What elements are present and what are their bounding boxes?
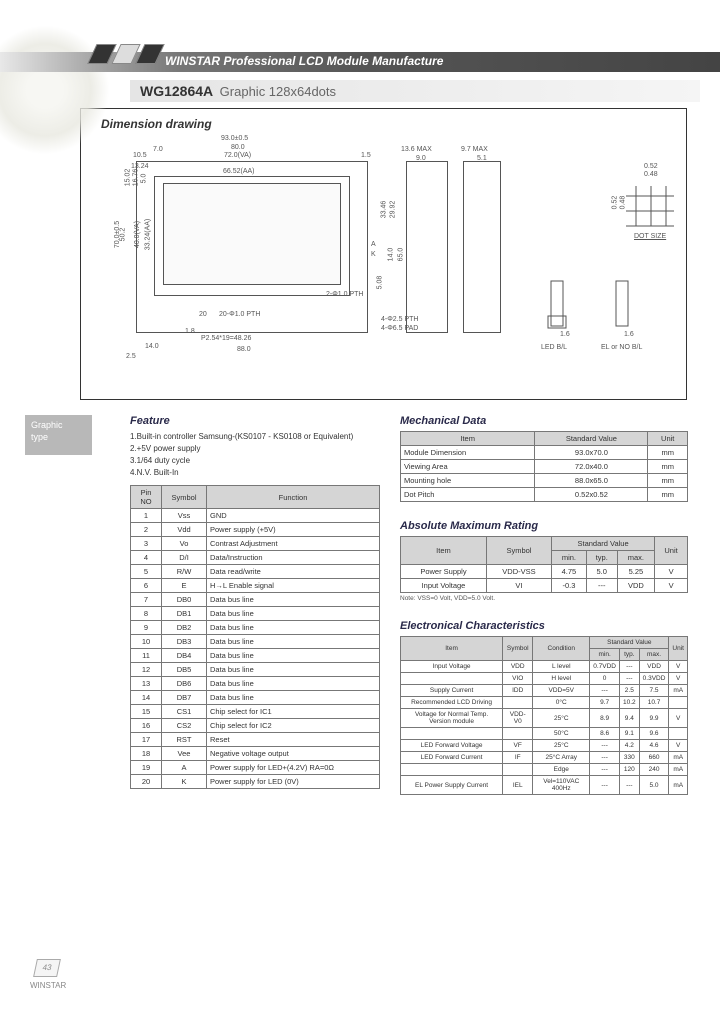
model-desc: Graphic 128x64dots: [220, 84, 336, 99]
sidebar-category-tag: Graphictype: [25, 415, 92, 455]
feature-heading: Feature: [130, 415, 380, 427]
backlight-views: 1.6 1.6 LED B/L EL or NO B/L: [546, 276, 601, 331]
mechanical-table: ItemStandard ValueUnit Module Dimension9…: [400, 431, 688, 502]
dimension-drawing-box: Dimension drawing 93.0±0.5 80.0 72.0(VA)…: [80, 108, 687, 400]
absolute-max-table: ItemSymbolStandard ValueUnit min.typ.max…: [400, 536, 688, 593]
drawing-area: 93.0±0.5 80.0 72.0(VA) 66.52(AA) 1.5 10.…: [81, 131, 686, 386]
electrical-table: ItemSymbolConditionStandard ValueUnit mi…: [400, 636, 688, 795]
title-bar: WG12864A Graphic 128x64dots: [130, 80, 700, 102]
dot-size-diagram: 0.52 0.48 0.52 0.48 DOT SIZE: [626, 171, 676, 221]
header-text: WINSTAR Professional LCD Module Manufact…: [165, 54, 443, 68]
page-number: 43: [33, 959, 61, 977]
abs-heading: Absolute Maximum Rating: [400, 520, 688, 532]
abs-note: Note: VSS=0 Volt, VDD=5.0 Volt.: [400, 595, 688, 602]
drawing-heading: Dimension drawing: [81, 109, 686, 131]
mech-heading: Mechanical Data: [400, 415, 688, 427]
feature-list: 1.Built-in controller Samsung-(KS0107 - …: [130, 431, 380, 479]
pin-table: Pin NOSymbolFunction 1VssGND2VddPower su…: [130, 485, 380, 789]
model-number: WG12864A: [140, 83, 213, 99]
elec-heading: Electronical Characteristics: [400, 620, 688, 632]
chevron-logo: [92, 44, 164, 66]
footer-brand: WINSTAR: [30, 981, 66, 990]
